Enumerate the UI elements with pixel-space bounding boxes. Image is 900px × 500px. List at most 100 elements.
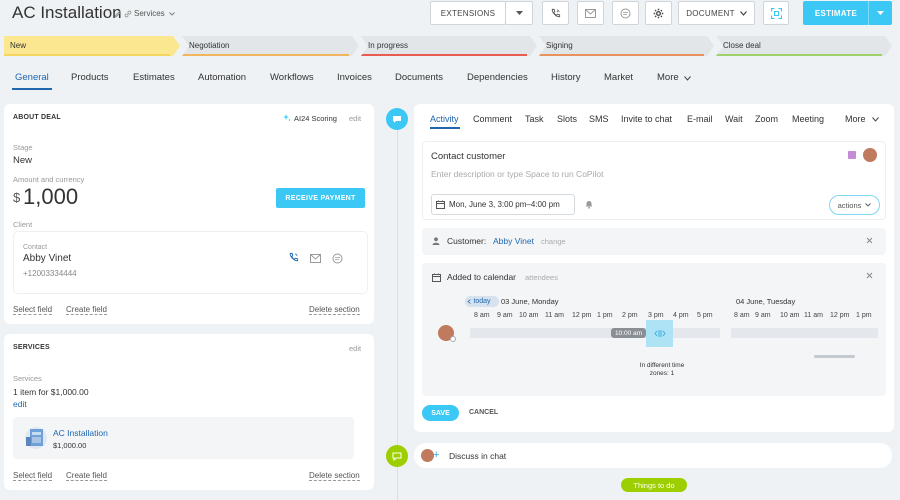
extensions-button[interactable]: EXTENSIONS (430, 1, 506, 25)
page-title: AC Installation (12, 3, 122, 22)
stage-item[interactable]: New (4, 36, 180, 56)
delete-section-link[interactable]: Delete section (309, 471, 360, 481)
tab-more[interactable]: More (657, 72, 679, 83)
estimate-button[interactable]: ESTIMATE (803, 1, 869, 25)
tab-workflows[interactable]: Workflows (270, 72, 314, 83)
color-tag-icon[interactable] (848, 151, 856, 159)
discuss-label: Discuss in chat (449, 451, 507, 461)
extensions-dropdown[interactable] (505, 1, 533, 25)
tab-invoices[interactable]: Invoices (337, 72, 372, 83)
activity-tab-comment[interactable]: Comment (473, 114, 512, 124)
actions-label: actions (837, 200, 862, 210)
service-item-name[interactable]: AC Installation (53, 428, 108, 438)
activity-tab-activity[interactable]: Activity (430, 114, 459, 124)
phone-button[interactable] (542, 1, 569, 25)
tab-documents[interactable]: Documents (395, 72, 443, 83)
link-icon[interactable] (124, 10, 132, 18)
contact-name[interactable]: Abby Vinet (23, 253, 71, 264)
chevron-down-icon[interactable] (684, 76, 691, 81)
activity-tab-slots[interactable]: Slots (557, 114, 577, 124)
datetime-value: Mon, June 3, 3:00 pm–4:00 pm (449, 200, 560, 209)
activity-tab-zoom[interactable]: Zoom (755, 114, 778, 124)
timezone-note: In different time zones: 1 (612, 362, 712, 378)
chevron-down-icon[interactable] (872, 117, 879, 122)
close-icon[interactable] (866, 237, 873, 244)
activity-tab-meeting[interactable]: Meeting (792, 114, 824, 124)
create-field-link[interactable]: Create field (66, 305, 107, 315)
customer-name[interactable]: Abby Vinet (493, 236, 534, 246)
services-edit-link[interactable]: edit (13, 399, 27, 409)
tab-products[interactable]: Products (71, 72, 109, 83)
attendees-link[interactable]: attendees (525, 273, 558, 282)
stage-label: Close deal (723, 41, 761, 50)
phone-icon[interactable] (288, 252, 299, 263)
cancel-button[interactable]: CANCEL (469, 409, 498, 416)
activity-tab-more[interactable]: More (845, 114, 866, 124)
stage-item[interactable]: Close deal (716, 36, 892, 56)
avatar[interactable] (863, 148, 877, 162)
hour-label: 1 pm (856, 312, 872, 319)
hour-label: 9 am (755, 312, 771, 319)
activity-tab-e-mail[interactable]: E-mail (687, 114, 713, 124)
activity-tab-task[interactable]: Task (525, 114, 544, 124)
settings-button[interactable] (645, 1, 672, 25)
active-tab-indicator (430, 127, 460, 129)
select-field-link[interactable]: Select field (13, 471, 53, 481)
document-button[interactable]: DOCUMENT (678, 1, 755, 25)
stage-item[interactable]: Negotiation (182, 36, 359, 56)
ai-scoring-link[interactable]: AI24 Scoring (294, 114, 337, 123)
stage-item[interactable]: Signing (539, 36, 714, 56)
estimate-dropdown[interactable] (868, 1, 892, 25)
edit-title-icon[interactable] (114, 10, 122, 18)
tab-dependencies[interactable]: Dependencies (467, 72, 528, 83)
receive-payment-button[interactable]: RECEIVE PAYMENT (276, 188, 365, 208)
hour-label: 8 am (474, 312, 490, 319)
activity-tab-sms[interactable]: SMS (589, 114, 609, 124)
envelope-icon[interactable] (310, 254, 321, 263)
client-label: Client (13, 220, 33, 229)
save-button[interactable]: SAVE (422, 405, 459, 421)
tab-market[interactable]: Market (604, 72, 633, 83)
stage-label: Stage (13, 143, 33, 152)
calendar-day-1: 03 June, Monday (501, 297, 559, 306)
activity-subject-input[interactable]: Contact customer (431, 151, 505, 162)
delete-section-link[interactable]: Delete section (309, 305, 360, 315)
chat-bubble-icon[interactable] (332, 253, 343, 264)
activity-tab-wait[interactable]: Wait (725, 114, 743, 124)
calendar-scrollbar[interactable] (814, 355, 855, 358)
edit-link[interactable]: edit (349, 114, 361, 123)
category-selector[interactable]: Services (134, 9, 165, 18)
hour-label: 8 am (734, 312, 750, 319)
chevron-left-icon (467, 299, 471, 304)
email-button[interactable] (577, 1, 604, 25)
edit-link[interactable]: edit (349, 344, 361, 353)
create-field-link[interactable]: Create field (66, 471, 107, 481)
stage-color-bar (182, 54, 349, 56)
actions-button[interactable]: actions (829, 195, 880, 215)
selected-time-slot[interactable] (646, 320, 673, 347)
select-field-link[interactable]: Select field (13, 305, 53, 315)
extensions-label: EXTENSIONS (440, 8, 496, 18)
stage-item[interactable]: In progress (361, 36, 537, 56)
fullscreen-button[interactable] (763, 1, 789, 25)
contact-phone[interactable]: +12003334444 (23, 269, 77, 278)
tab-history[interactable]: History (551, 72, 581, 83)
things-to-do-badge[interactable]: Things to do (621, 478, 687, 492)
services-summary: 1 item for $1,000.00 (13, 387, 89, 397)
change-customer-link[interactable]: change (541, 237, 566, 246)
chevron-down-icon[interactable] (169, 12, 175, 16)
description-input[interactable]: Enter description or type Space to run C… (431, 169, 603, 179)
close-icon[interactable] (866, 272, 873, 279)
hour-label: 2 pm (622, 312, 638, 319)
activity-tab-invite-to-chat[interactable]: Invite to chat (621, 114, 672, 124)
hour-label: 9 am (497, 312, 513, 319)
section-title: SERVICES (13, 344, 50, 351)
tab-automation[interactable]: Automation (198, 72, 246, 83)
envelope-icon (585, 8, 596, 18)
chat-button[interactable] (612, 1, 639, 25)
tab-general[interactable]: General (15, 72, 49, 83)
plus-icon[interactable]: + (433, 449, 439, 461)
bell-icon[interactable] (585, 200, 593, 209)
gear-icon (653, 8, 664, 18)
tab-estimates[interactable]: Estimates (133, 72, 175, 83)
